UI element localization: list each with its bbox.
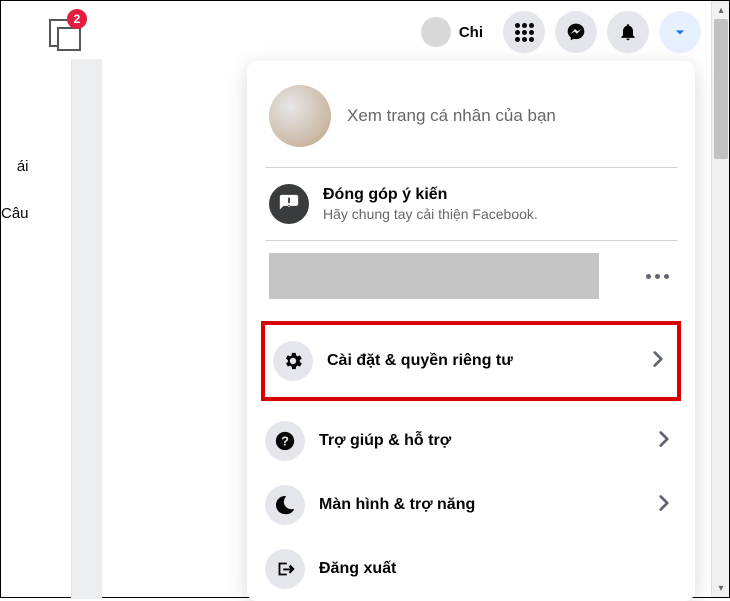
moon-icon [265, 485, 305, 525]
profile-name: Chi [459, 24, 483, 41]
view-profile-label: Xem trang cá nhân của bạn [347, 106, 556, 126]
avatar-small [421, 17, 451, 47]
more-options-button[interactable] [646, 274, 677, 279]
chevron-right-icon [645, 346, 671, 377]
redacted-row [247, 241, 695, 317]
help-support-item[interactable]: ? Trợ giúp & hỗ trợ [247, 409, 695, 473]
settings-privacy-label: Cài đặt & quyền riêng tư [327, 352, 631, 370]
chevron-right-icon [651, 426, 677, 457]
logout-icon [265, 549, 305, 589]
notifications-button[interactable] [607, 11, 649, 53]
notification-badge: 2 [67, 9, 87, 29]
feedback-icon [269, 184, 309, 224]
give-feedback-item[interactable]: Đóng góp ý kiến Hãy chung tay cải thiện … [247, 168, 695, 240]
menu-grid-button[interactable] [503, 11, 545, 53]
display-accessibility-label: Màn hình & trợ năng [319, 496, 637, 514]
account-menu-button[interactable] [659, 11, 701, 53]
svg-text:?: ? [281, 434, 289, 449]
highlight-frame: Cài đặt & quyền riêng tư [261, 321, 681, 401]
view-profile-item[interactable]: Xem trang cá nhân của bạn [247, 71, 695, 167]
feedback-subtitle: Hãy chung tay cải thiện Facebook. [323, 206, 677, 222]
caret-down-icon [670, 22, 690, 42]
gear-icon [273, 341, 313, 381]
bell-icon [618, 22, 638, 42]
grid-icon [515, 23, 534, 42]
feedback-title: Đóng góp ý kiến [323, 186, 677, 204]
left-frag-2: Câu [1, 203, 29, 224]
messenger-button[interactable] [555, 11, 597, 53]
display-accessibility-item[interactable]: Màn hình & trợ năng [247, 473, 695, 537]
profile-chip[interactable]: Chi [417, 13, 493, 51]
chevron-right-icon [651, 490, 677, 521]
messenger-icon [566, 22, 586, 42]
help-support-label: Trợ giúp & hỗ trợ [319, 432, 637, 450]
left-strip [72, 59, 102, 599]
help-icon: ? [265, 421, 305, 461]
scroll-up-arrow[interactable]: ▴ [712, 1, 730, 19]
logout-item[interactable]: Đăng xuất [247, 537, 695, 601]
header-actions: Chi [417, 11, 701, 53]
left-fragment-text: ái Câu [1, 156, 29, 250]
settings-privacy-item[interactable]: Cài đặt & quyền riêng tư [265, 327, 677, 395]
account-dropdown: Xem trang cá nhân của bạn Đóng góp ý kiế… [247, 61, 695, 601]
avatar-large [269, 85, 331, 147]
logout-label: Đăng xuất [319, 560, 677, 578]
vertical-scrollbar[interactable]: ▴ ▾ [711, 1, 729, 597]
scroll-down-arrow[interactable]: ▾ [712, 579, 730, 597]
top-header: 2 Chi [1, 1, 711, 59]
redacted-block [269, 253, 599, 299]
scroll-thumb[interactable] [714, 19, 728, 159]
left-frag-1: ái [1, 156, 29, 177]
